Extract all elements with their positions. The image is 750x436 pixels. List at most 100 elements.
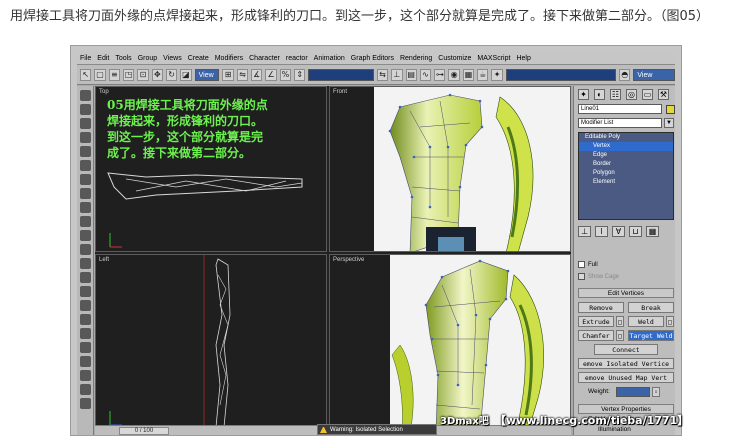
select-region-icon[interactable]: ▢ bbox=[94, 68, 106, 81]
menu-customize[interactable]: Customize bbox=[438, 55, 471, 62]
viewport-perspective[interactable]: Perspective bbox=[329, 254, 571, 431]
angle-snap-icon[interactable]: ∠ bbox=[265, 68, 277, 81]
render-icon[interactable]: ☕ bbox=[477, 68, 489, 81]
remove-modifier-icon[interactable]: ⊔ bbox=[629, 226, 642, 237]
show-end-result-icon[interactable]: ǀ bbox=[595, 226, 608, 237]
tool-icon-9[interactable] bbox=[80, 202, 91, 213]
weld-settings-button[interactable]: □ bbox=[666, 316, 674, 327]
stack-item-polygon[interactable]: Polygon bbox=[579, 169, 673, 178]
curve-editor-icon[interactable]: ∿ bbox=[419, 68, 432, 81]
menu-group[interactable]: Group bbox=[138, 55, 157, 62]
object-color-swatch[interactable] bbox=[666, 105, 675, 114]
weight-spinner[interactable] bbox=[616, 387, 650, 397]
viewport-front[interactable]: Front bbox=[329, 86, 571, 252]
select-arrow-icon[interactable]: ↖ bbox=[80, 68, 92, 81]
modifier-list-dropdown[interactable]: Modifier List bbox=[578, 118, 662, 128]
pin-stack-icon[interactable]: ⊥ bbox=[578, 226, 591, 237]
tool-icon-22[interactable] bbox=[80, 384, 91, 395]
rotate-icon[interactable]: ↻ bbox=[165, 68, 178, 81]
menu-views[interactable]: Views bbox=[163, 55, 182, 62]
edit-vertices-rollout[interactable]: Edit Vertices bbox=[578, 288, 674, 298]
menu-animation[interactable]: Animation bbox=[314, 55, 345, 62]
tool-icon-2[interactable] bbox=[80, 104, 91, 115]
menu-modifiers[interactable]: Modifiers bbox=[215, 55, 243, 62]
material-editor-icon[interactable]: ◉ bbox=[448, 68, 460, 81]
tool-icon-4[interactable] bbox=[80, 132, 91, 143]
menu-create[interactable]: Create bbox=[188, 55, 209, 62]
align-icon[interactable]: ⊥ bbox=[391, 68, 403, 81]
create-tab-icon[interactable]: ✦ bbox=[578, 89, 589, 100]
show-cage-checkbox[interactable] bbox=[578, 272, 585, 280]
reference-coordinate-select[interactable]: View bbox=[194, 68, 220, 81]
tool-icon-19[interactable] bbox=[80, 342, 91, 353]
menu-tools[interactable]: Tools bbox=[115, 55, 131, 62]
menu-file[interactable]: File bbox=[80, 55, 91, 62]
menu-help[interactable]: Help bbox=[516, 55, 530, 62]
full-option[interactable]: Full bbox=[578, 260, 674, 271]
stack-item-border[interactable]: Border bbox=[579, 160, 673, 169]
stack-editable-poly[interactable]: Editable Poly bbox=[579, 133, 673, 142]
menu-character[interactable]: Character bbox=[249, 55, 280, 62]
tool-icon-21[interactable] bbox=[80, 370, 91, 381]
extrude-settings-button[interactable]: □ bbox=[616, 316, 624, 327]
remove-isolated-vertices-button[interactable]: emove Isolated Vertice bbox=[578, 358, 674, 369]
tool-icon-10[interactable] bbox=[80, 216, 91, 227]
object-name-field[interactable]: Line01 bbox=[578, 104, 662, 114]
weld-button[interactable]: Weld bbox=[628, 316, 664, 327]
weight-spinner-arrows[interactable]: ⇕ bbox=[652, 387, 660, 397]
target-weld-button[interactable]: Target Weld bbox=[628, 330, 674, 341]
tool-icon-13[interactable] bbox=[80, 258, 91, 269]
tool-icon-23[interactable] bbox=[80, 398, 91, 409]
motion-tab-icon[interactable]: ◎ bbox=[626, 89, 637, 100]
utilities-tab-icon[interactable]: ⚒ bbox=[658, 89, 669, 100]
pivot-icon[interactable]: ⊞ bbox=[222, 68, 234, 81]
full-checkbox[interactable] bbox=[578, 260, 585, 268]
tool-icon-17[interactable] bbox=[80, 314, 91, 325]
render-type-field[interactable] bbox=[505, 68, 617, 81]
show-cage-option[interactable]: Show Cage bbox=[578, 272, 674, 283]
configure-sets-icon[interactable]: ▦ bbox=[646, 226, 659, 237]
hierarchy-tab-icon[interactable]: ☷ bbox=[610, 89, 621, 100]
mirror-tool-icon[interactable]: ⇆ bbox=[376, 68, 389, 81]
region-select-icon[interactable]: ◳ bbox=[122, 68, 135, 81]
tool-icon-11[interactable] bbox=[80, 230, 91, 241]
schematic-icon[interactable]: ⊶ bbox=[434, 68, 446, 81]
tool-icon-18[interactable] bbox=[80, 328, 91, 339]
percent-snap-icon[interactable]: % bbox=[279, 68, 292, 81]
display-tab-icon[interactable]: ▭ bbox=[642, 89, 653, 100]
named-selection-field[interactable] bbox=[308, 68, 374, 81]
tool-icon-3[interactable] bbox=[80, 118, 91, 129]
tool-icon-15[interactable] bbox=[80, 286, 91, 297]
break-button[interactable]: Break bbox=[628, 302, 674, 313]
window-crossing-icon[interactable]: ⊡ bbox=[137, 68, 149, 81]
remove-unused-map-verts-button[interactable]: emove Unused Map Vert bbox=[578, 372, 674, 383]
spinner-snap-icon[interactable]: ⇕ bbox=[294, 68, 306, 81]
mirror-icon[interactable]: ⇋ bbox=[236, 68, 249, 81]
tool-icon-16[interactable] bbox=[80, 300, 91, 311]
extrude-button[interactable]: Extrude bbox=[578, 316, 614, 327]
menu-reactor[interactable]: reactor bbox=[286, 55, 308, 62]
modify-tab-icon[interactable]: ◐ bbox=[594, 89, 605, 100]
remove-button[interactable]: Remove bbox=[578, 302, 624, 313]
tool-icon-8[interactable] bbox=[80, 188, 91, 199]
menu-rendering[interactable]: Rendering bbox=[400, 55, 432, 62]
tool-icon-1[interactable] bbox=[80, 90, 91, 101]
chamfer-button[interactable]: Chamfer bbox=[578, 330, 614, 341]
select-by-name-icon[interactable]: ≡ bbox=[108, 68, 120, 81]
viewport-left[interactable]: Left bbox=[95, 254, 327, 431]
tool-icon-7[interactable] bbox=[80, 174, 91, 185]
tool-icon-6[interactable] bbox=[80, 160, 91, 171]
tool-icon-20[interactable] bbox=[80, 356, 91, 367]
tool-icon-14[interactable] bbox=[80, 272, 91, 283]
chamfer-settings-button[interactable]: □ bbox=[616, 330, 624, 341]
stack-item-element[interactable]: Element bbox=[579, 178, 673, 187]
menu-edit[interactable]: Edit bbox=[97, 55, 109, 62]
tool-icon-12[interactable] bbox=[80, 244, 91, 255]
render-view-select[interactable]: View bbox=[633, 68, 675, 81]
chevron-down-icon[interactable]: ▼ bbox=[664, 118, 674, 128]
menu-graph-editors[interactable]: Graph Editors bbox=[351, 55, 394, 62]
quick-render-icon[interactable]: ✦ bbox=[491, 68, 503, 81]
make-unique-icon[interactable]: ∀ bbox=[612, 226, 625, 237]
scale-icon[interactable]: ◪ bbox=[180, 68, 192, 81]
connect-button[interactable]: Connect bbox=[594, 344, 658, 355]
